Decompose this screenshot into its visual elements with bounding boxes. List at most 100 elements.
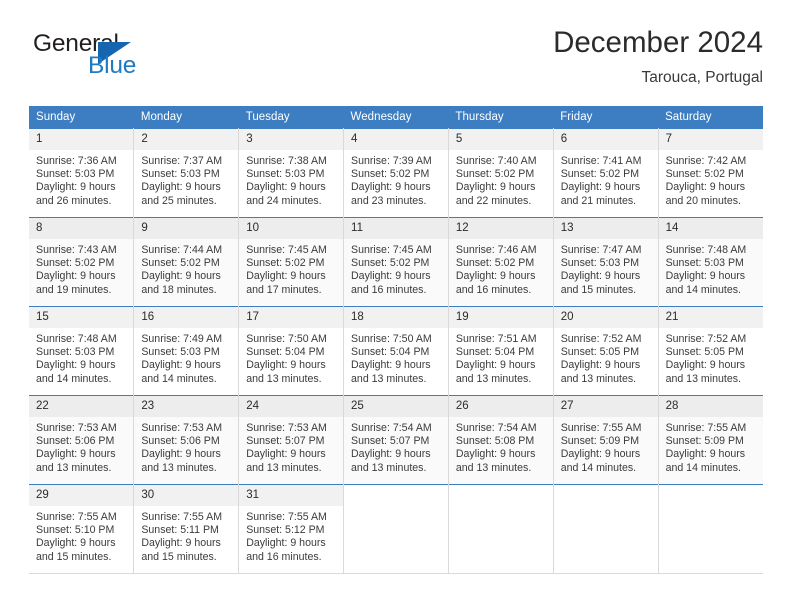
day-number: 20 bbox=[553, 307, 658, 328]
daylight-text-line1: Daylight: 9 hours bbox=[36, 270, 116, 283]
weekday-header-wednesday: Wednesday bbox=[343, 106, 449, 129]
day-cell[interactable]: 1 Sunrise: 7:36 AM Sunset: 5:03 PM Daylight… bbox=[29, 128, 135, 218]
weekday-header-tuesday: Tuesday bbox=[238, 106, 344, 129]
day-cell[interactable]: 15 Sunrise: 7:48 AM Sunset: 5:03 PM Dayligh… bbox=[29, 306, 135, 396]
daylight-text-line2: and 17 minutes. bbox=[246, 283, 322, 296]
day-number: 8 bbox=[29, 218, 134, 239]
sunrise-text: Sunrise: 7:55 AM bbox=[141, 511, 223, 523]
sunrise-text: Sunrise: 7:48 AM bbox=[36, 333, 117, 345]
daylight-text-line2: and 13 minutes. bbox=[36, 461, 112, 474]
day-cell[interactable]: 16 Sunrise: 7:49 AM Sunset: 5:03 PM Dayligh… bbox=[133, 306, 240, 396]
sunrise-text: Sunrise: 7:41 AM bbox=[560, 155, 642, 167]
day-cell-empty bbox=[448, 484, 554, 574]
sunset-text: Sunset: 5:02 PM bbox=[246, 257, 325, 270]
sunset-text: Sunset: 5:02 PM bbox=[560, 168, 640, 181]
daylight-text-line2: and 14 minutes. bbox=[141, 372, 217, 385]
day-number: 25 bbox=[344, 396, 448, 417]
sunrise-text: Sunrise: 7:48 AM bbox=[665, 244, 747, 256]
day-number bbox=[659, 485, 763, 506]
day-cell[interactable]: 9 Sunrise: 7:44 AM Sunset: 5:02 PM Daylight… bbox=[133, 217, 240, 307]
sunrise-text: Sunrise: 7:55 AM bbox=[246, 511, 327, 523]
daylight-text-line1: Daylight: 9 hours bbox=[351, 359, 431, 372]
sunrise-text: Sunrise: 7:38 AM bbox=[246, 155, 327, 167]
day-cell[interactable]: 22 Sunrise: 7:53 AM Sunset: 5:06 PM Dayligh… bbox=[29, 395, 135, 485]
day-number: 29 bbox=[29, 485, 134, 506]
weekday-header-sunday: Sunday bbox=[29, 106, 134, 129]
day-number: 5 bbox=[448, 129, 553, 150]
day-cell[interactable]: 24 Sunrise: 7:53 AM Sunset: 5:07 PM Dayligh… bbox=[238, 395, 345, 485]
day-cell[interactable]: 14 Sunrise: 7:48 AM Sunset: 5:03 PM Dayligh… bbox=[658, 217, 763, 307]
day-cell[interactable]: 29 Sunrise: 7:55 AM Sunset: 5:10 PM Dayligh… bbox=[29, 484, 135, 574]
calendar-page: General Blue December 2024 Tarouca, Port… bbox=[0, 0, 792, 612]
day-cell[interactable]: 8 Sunrise: 7:43 AM Sunset: 5:02 PM Daylight… bbox=[29, 217, 135, 307]
day-cell[interactable]: 28 Sunrise: 7:55 AM Sunset: 5:09 PM Dayligh… bbox=[658, 395, 763, 485]
sunrise-text: Sunrise: 7:39 AM bbox=[351, 155, 432, 167]
day-cell[interactable]: 4 Sunrise: 7:39 AM Sunset: 5:02 PM Daylight… bbox=[343, 128, 449, 218]
day-cell-empty bbox=[343, 484, 449, 574]
sunrise-text: Sunrise: 7:43 AM bbox=[36, 244, 117, 256]
day-details: Sunrise: 7:38 AM Sunset: 5:03 PM Daylight:… bbox=[239, 150, 343, 208]
day-cell[interactable]: 26 Sunrise: 7:54 AM Sunset: 5:08 PM Dayligh… bbox=[448, 395, 554, 485]
sunrise-text: Sunrise: 7:42 AM bbox=[665, 155, 747, 167]
daylight-text-line2: and 13 minutes. bbox=[560, 372, 637, 385]
day-cell[interactable]: 10 Sunrise: 7:45 AM Sunset: 5:02 PM Dayligh… bbox=[238, 217, 345, 307]
day-details: Sunrise: 7:53 AM Sunset: 5:06 PM Daylight:… bbox=[29, 417, 133, 475]
day-cell[interactable]: 5 Sunrise: 7:40 AM Sunset: 5:02 PM Daylight… bbox=[448, 128, 554, 218]
sunrise-text: Sunrise: 7:52 AM bbox=[665, 333, 747, 345]
weekday-header-row: Sunday Monday Tuesday Wednesday Thursday… bbox=[29, 106, 763, 129]
sunset-text: Sunset: 5:08 PM bbox=[455, 435, 535, 448]
daylight-text-line2: and 13 minutes. bbox=[141, 461, 217, 474]
sunset-text: Sunset: 5:04 PM bbox=[455, 346, 535, 359]
day-number: 31 bbox=[239, 485, 344, 506]
daylight-text-line1: Daylight: 9 hours bbox=[351, 448, 431, 461]
week-row: 8 Sunrise: 7:43 AM Sunset: 5:02 PM Daylight… bbox=[29, 217, 763, 307]
day-cell[interactable]: 2 Sunrise: 7:37 AM Sunset: 5:03 PM Daylight… bbox=[133, 128, 240, 218]
day-number: 7 bbox=[658, 129, 763, 150]
day-cell[interactable]: 19 Sunrise: 7:51 AM Sunset: 5:04 PM Dayligh… bbox=[448, 306, 554, 396]
daylight-text-line1: Daylight: 9 hours bbox=[351, 181, 431, 194]
daylight-text-line2: and 14 minutes. bbox=[36, 372, 112, 385]
sunrise-text: Sunrise: 7:47 AM bbox=[560, 244, 642, 256]
sunrise-text: Sunrise: 7:50 AM bbox=[246, 333, 327, 345]
day-details: Sunrise: 7:46 AM Sunset: 5:02 PM Daylight:… bbox=[449, 239, 553, 297]
day-cell[interactable]: 6 Sunrise: 7:41 AM Sunset: 5:02 PM Daylight… bbox=[553, 128, 659, 218]
day-cell[interactable]: 30 Sunrise: 7:55 AM Sunset: 5:11 PM Dayligh… bbox=[133, 484, 240, 574]
daylight-text-line1: Daylight: 9 hours bbox=[141, 537, 221, 550]
daylight-text-line2: and 26 minutes. bbox=[36, 194, 112, 207]
daylight-text-line2: and 13 minutes. bbox=[246, 461, 322, 474]
day-details: Sunrise: 7:52 AM Sunset: 5:05 PM Daylight:… bbox=[554, 328, 658, 386]
sunset-text: Sunset: 5:05 PM bbox=[665, 346, 744, 359]
sunset-text: Sunset: 5:07 PM bbox=[246, 435, 325, 448]
day-details: Sunrise: 7:37 AM Sunset: 5:03 PM Daylight:… bbox=[134, 150, 238, 208]
daylight-text-line2: and 16 minutes. bbox=[351, 283, 427, 296]
day-cell[interactable]: 25 Sunrise: 7:54 AM Sunset: 5:07 PM Dayligh… bbox=[343, 395, 449, 485]
day-cell[interactable]: 3 Sunrise: 7:38 AM Sunset: 5:03 PM Daylight… bbox=[238, 128, 345, 218]
day-cell[interactable]: 17 Sunrise: 7:50 AM Sunset: 5:04 PM Dayligh… bbox=[238, 306, 345, 396]
sunset-text: Sunset: 5:09 PM bbox=[560, 435, 640, 448]
day-cell[interactable]: 12 Sunrise: 7:46 AM Sunset: 5:02 PM Dayligh… bbox=[448, 217, 554, 307]
daylight-text-line1: Daylight: 9 hours bbox=[455, 270, 536, 283]
day-cell[interactable]: 21 Sunrise: 7:52 AM Sunset: 5:05 PM Dayligh… bbox=[658, 306, 763, 396]
day-cell[interactable]: 13 Sunrise: 7:47 AM Sunset: 5:03 PM Dayligh… bbox=[553, 217, 659, 307]
day-number: 23 bbox=[134, 396, 239, 417]
day-cell[interactable]: 31 Sunrise: 7:55 AM Sunset: 5:12 PM Dayligh… bbox=[238, 484, 345, 574]
day-details: Sunrise: 7:54 AM Sunset: 5:07 PM Daylight:… bbox=[344, 417, 448, 475]
daylight-text-line2: and 14 minutes. bbox=[665, 461, 741, 474]
daylight-text-line2: and 13 minutes. bbox=[246, 372, 322, 385]
sunset-text: Sunset: 5:02 PM bbox=[455, 257, 535, 270]
general-blue-logo[interactable]: General Blue bbox=[29, 31, 259, 94]
day-details: Sunrise: 7:43 AM Sunset: 5:02 PM Daylight:… bbox=[29, 239, 133, 297]
sunset-text: Sunset: 5:06 PM bbox=[141, 435, 220, 448]
sunrise-text: Sunrise: 7:55 AM bbox=[665, 422, 747, 434]
day-details: Sunrise: 7:45 AM Sunset: 5:02 PM Daylight:… bbox=[344, 239, 448, 297]
calendar-body: 1 Sunrise: 7:36 AM Sunset: 5:03 PM Daylight… bbox=[29, 128, 763, 574]
day-details: Sunrise: 7:50 AM Sunset: 5:04 PM Daylight:… bbox=[344, 328, 448, 386]
day-details: Sunrise: 7:48 AM Sunset: 5:03 PM Daylight:… bbox=[659, 239, 763, 297]
day-cell[interactable]: 11 Sunrise: 7:45 AM Sunset: 5:02 PM Dayligh… bbox=[343, 217, 449, 307]
day-cell[interactable]: 20 Sunrise: 7:52 AM Sunset: 5:05 PM Dayligh… bbox=[553, 306, 659, 396]
day-cell[interactable]: 23 Sunrise: 7:53 AM Sunset: 5:06 PM Dayligh… bbox=[133, 395, 240, 485]
day-cell[interactable]: 18 Sunrise: 7:50 AM Sunset: 5:04 PM Dayligh… bbox=[343, 306, 449, 396]
day-cell[interactable]: 27 Sunrise: 7:55 AM Sunset: 5:09 PM Dayligh… bbox=[553, 395, 659, 485]
sunrise-text: Sunrise: 7:50 AM bbox=[351, 333, 432, 345]
day-cell[interactable]: 7 Sunrise: 7:42 AM Sunset: 5:02 PM Daylight… bbox=[658, 128, 763, 218]
